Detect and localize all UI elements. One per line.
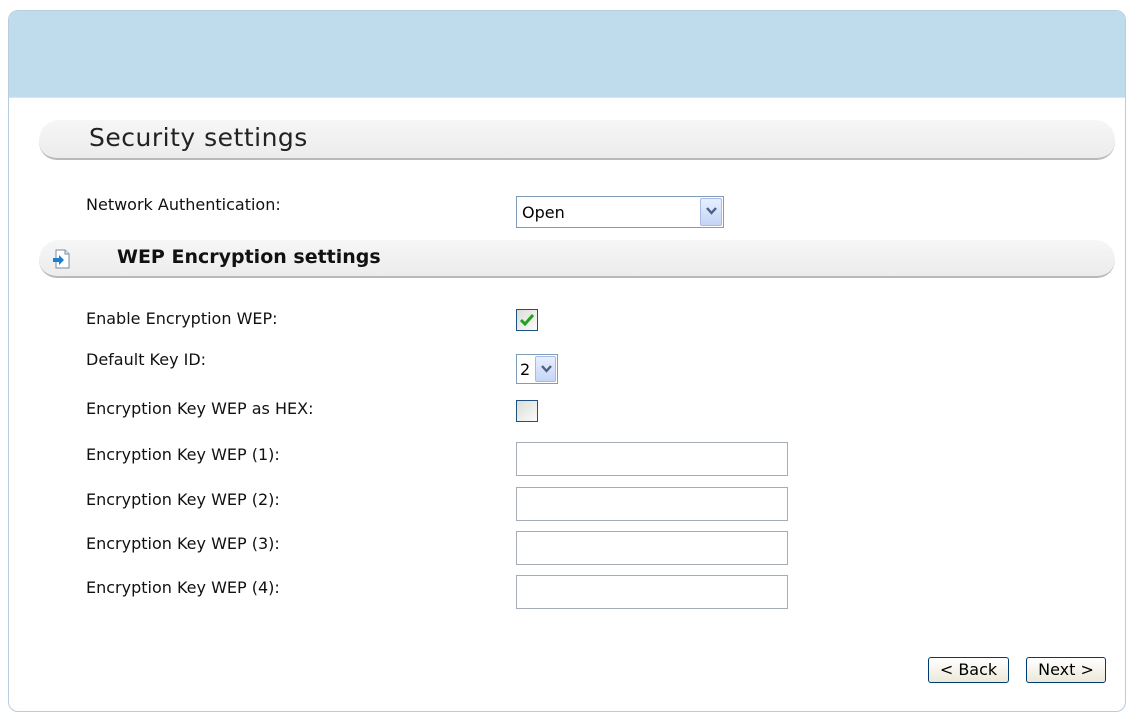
next-button[interactable]: Next >: [1026, 657, 1106, 683]
back-button[interactable]: < Back: [928, 657, 1009, 683]
network-auth-value: Open: [522, 203, 565, 222]
hex-key-checkbox[interactable]: [516, 400, 538, 422]
wep-key-1-label: Encryption Key WEP (1):: [86, 445, 280, 464]
enable-wep-checkbox[interactable]: [516, 309, 538, 331]
network-auth-select[interactable]: Open: [516, 196, 724, 228]
page-title: Security settings: [89, 123, 308, 152]
enable-wep-label: Enable Encryption WEP:: [86, 309, 278, 328]
wep-key-2-label: Encryption Key WEP (2):: [86, 490, 280, 509]
checkmark-icon: [519, 314, 535, 327]
default-key-label: Default Key ID:: [86, 350, 207, 369]
wep-key-3-input[interactable]: [516, 531, 788, 565]
wep-settings-header: WEP Encryption settings: [39, 240, 1115, 278]
network-auth-label: Network Authentication:: [86, 195, 281, 214]
wep-key-1-input[interactable]: [516, 442, 788, 476]
wep-settings-title: WEP Encryption settings: [117, 246, 381, 268]
default-key-value: 2: [520, 360, 531, 379]
security-settings-header: Security settings: [39, 120, 1115, 160]
wizard-frame: Security settings Network Authentication…: [8, 10, 1126, 712]
top-banner: [9, 11, 1125, 98]
hex-key-label: Encryption Key WEP as HEX:: [86, 399, 314, 418]
default-key-select[interactable]: 2: [516, 354, 558, 384]
wep-key-4-input[interactable]: [516, 575, 788, 609]
wep-key-3-label: Encryption Key WEP (3):: [86, 534, 280, 553]
wep-key-2-input[interactable]: [516, 487, 788, 521]
wep-key-4-label: Encryption Key WEP (4):: [86, 578, 280, 597]
chevron-down-icon[interactable]: [700, 198, 722, 226]
chevron-down-icon[interactable]: [535, 356, 556, 382]
document-arrow-icon: [52, 249, 72, 269]
